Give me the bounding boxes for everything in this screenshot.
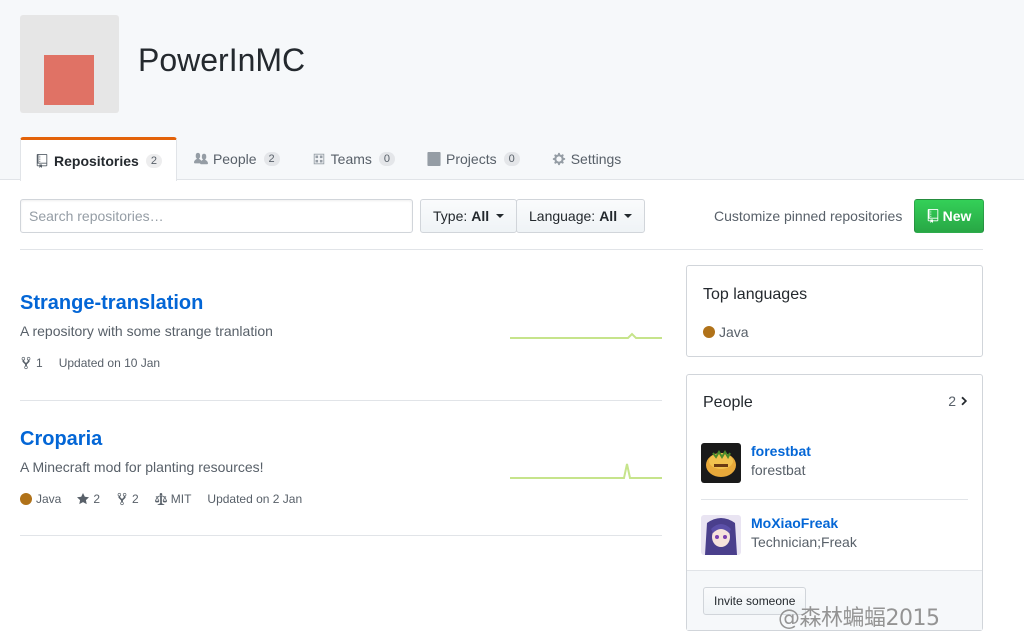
activity-sparkline — [510, 463, 662, 479]
org-header: PowerInMC Repositories 2 People 2 Teams … — [0, 0, 1024, 181]
repo-license: MIT — [154, 492, 192, 506]
language-filter-button[interactable]: Language: All — [516, 199, 646, 233]
tab-label: Teams — [330, 151, 372, 167]
member-fullname: forestbat — [751, 462, 806, 478]
tab-label: People — [212, 151, 257, 167]
repo-meta: 1 Updated on 10 Jan — [20, 356, 662, 370]
org-avatar — [20, 15, 119, 113]
tab-label: Projects — [446, 151, 497, 167]
member-item: forestbat forestbat — [701, 443, 811, 483]
repo-divider — [20, 535, 662, 536]
star-count: 2 — [93, 492, 101, 506]
language-filter-label: Language: — [529, 208, 596, 224]
top-languages-title: Top languages — [703, 286, 808, 303]
repo-language: Java — [20, 492, 61, 506]
repo-name-link[interactable]: Strange-translation — [20, 292, 662, 315]
new-button-label: New — [942, 208, 972, 224]
tab-counter: 0 — [378, 152, 396, 166]
fork-count: 2 — [132, 492, 139, 506]
people-icon — [193, 152, 208, 165]
org-name: PowerInMC — [138, 42, 306, 78]
language-color-dot — [20, 493, 32, 505]
fork-icon — [21, 356, 31, 370]
people-box: People 2 forestbat forestbat MoXiaoFreak — [686, 374, 983, 631]
language-filter-value: All — [599, 208, 618, 224]
gear-icon — [552, 152, 565, 166]
tab-settings[interactable]: Settings — [537, 137, 637, 180]
repo-updated: Updated on 10 Jan — [58, 356, 161, 370]
fork-count: 1 — [36, 356, 43, 370]
repo-item: Strange-translation A repository with so… — [20, 292, 662, 370]
chevron-right-icon — [961, 396, 968, 406]
license-name: MIT — [170, 492, 192, 506]
type-filter-value: All — [471, 208, 490, 224]
member-avatar[interactable] — [701, 515, 741, 555]
org-avatar-block — [44, 55, 94, 105]
type-filter-label: Type: — [433, 208, 468, 224]
member-avatar[interactable] — [701, 443, 741, 483]
org-tabs: Repositories 2 People 2 Teams 0 Projects… — [20, 137, 638, 181]
tab-label: Repositories — [54, 152, 139, 169]
type-filter-button[interactable]: Type: All — [420, 199, 518, 233]
chevron-down-icon — [496, 214, 505, 218]
repo-meta: Java 2 2 MIT Updated on 2 Jan — [20, 492, 662, 506]
watermark: @森林蝙蝠2015 — [778, 606, 940, 631]
search-repositories-input[interactable] — [20, 199, 413, 233]
people-count-link[interactable]: 2 — [948, 393, 968, 409]
top-languages-box: Top languages Java — [686, 265, 983, 357]
tab-counter: 2 — [145, 153, 162, 168]
repo-updated: Updated on 2 Jan — [207, 492, 303, 506]
language-name: Java — [719, 324, 749, 340]
repo-item: Croparia A Minecraft mod for planting re… — [20, 428, 662, 506]
repo-forks[interactable]: 1 — [20, 356, 43, 370]
member-login-link[interactable]: MoXiaoFreak — [751, 515, 857, 531]
member-item: MoXiaoFreak Technician;Freak — [701, 515, 857, 555]
people-title: People — [703, 394, 753, 411]
language-item[interactable]: Java — [703, 324, 749, 340]
repo-stars[interactable]: 2 — [77, 492, 100, 506]
repo-icon — [36, 153, 48, 168]
tab-counter: 0 — [503, 152, 520, 166]
project-icon — [427, 152, 441, 166]
toolbar-divider — [20, 249, 983, 250]
star-icon — [77, 493, 90, 505]
repo-name-link[interactable]: Croparia — [20, 428, 662, 451]
activity-sparkline — [510, 332, 662, 339]
member-divider — [701, 499, 968, 500]
tab-repositories[interactable]: Repositories 2 — [20, 137, 177, 181]
people-count: 2 — [948, 393, 956, 409]
tab-projects[interactable]: Projects 0 — [412, 137, 535, 180]
tab-counter: 2 — [263, 152, 280, 166]
member-fullname: Technician;Freak — [751, 534, 857, 550]
language-name: Java — [36, 492, 62, 506]
tab-people[interactable]: People 2 — [179, 137, 295, 180]
repo-icon — [927, 209, 938, 223]
new-repository-button[interactable]: New — [914, 199, 984, 233]
chevron-down-icon — [624, 214, 633, 218]
repo-forks[interactable]: 2 — [116, 492, 139, 506]
customize-pinned-link[interactable]: Customize pinned repositories — [714, 208, 902, 224]
tab-label: Settings — [570, 151, 622, 167]
member-login-link[interactable]: forestbat — [751, 443, 811, 459]
language-color-dot — [703, 326, 715, 338]
law-icon — [154, 493, 167, 505]
fork-icon — [117, 492, 127, 506]
repo-divider — [20, 400, 662, 401]
tab-teams[interactable]: Teams 0 — [297, 137, 410, 180]
teams-icon — [313, 153, 324, 165]
